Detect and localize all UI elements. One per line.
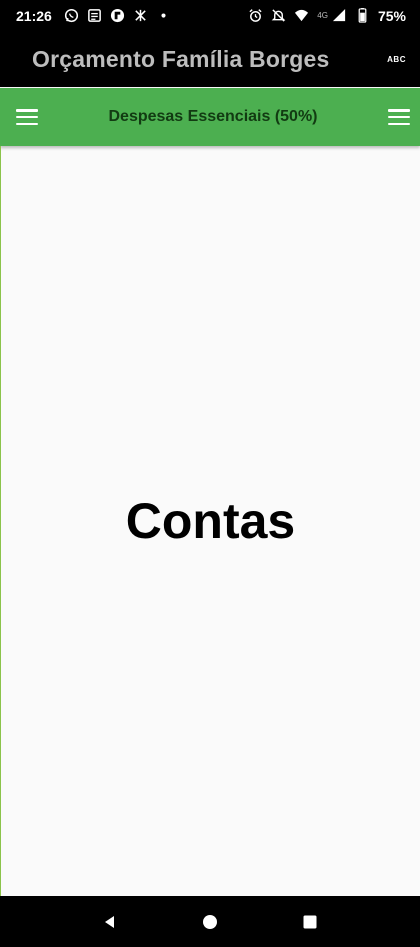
alarm-icon [248, 8, 263, 23]
network-type: 4G [317, 11, 328, 20]
wifi-icon [294, 8, 309, 23]
section-title: Despesas Essenciais (50%) [108, 108, 318, 125]
app-title: Orçamento Família Borges [32, 45, 330, 72]
flipboard-icon [110, 8, 125, 23]
news-icon [87, 8, 102, 23]
navigation-bar [0, 896, 420, 947]
main-content: Contas [0, 146, 420, 896]
right-menu-icon[interactable] [387, 109, 410, 125]
status-bar: 21:26 4G 75% [0, 0, 420, 31]
whatsapp-icon [64, 8, 79, 23]
section-bar: Despesas Essenciais (50%) [0, 88, 420, 146]
recents-icon[interactable] [300, 912, 320, 932]
left-menu-icon[interactable] [16, 109, 38, 125]
status-bar-left: 21:26 [16, 8, 171, 24]
app-bar: Orçamento Família Borges ABC [0, 31, 420, 87]
dot-icon [156, 8, 171, 23]
back-icon[interactable] [100, 912, 120, 932]
abc-action-button[interactable]: ABC [385, 51, 408, 68]
battery-icon [355, 8, 370, 23]
notifications-off-icon [271, 8, 286, 23]
signal-icon [332, 8, 347, 23]
dnd-icon [133, 8, 148, 23]
battery-percent: 75% [377, 7, 406, 24]
status-time: 21:26 [16, 7, 52, 24]
status-bar-right: 4G 75% [248, 8, 406, 24]
page-heading: Contas [125, 493, 296, 549]
home-icon[interactable] [200, 912, 220, 932]
